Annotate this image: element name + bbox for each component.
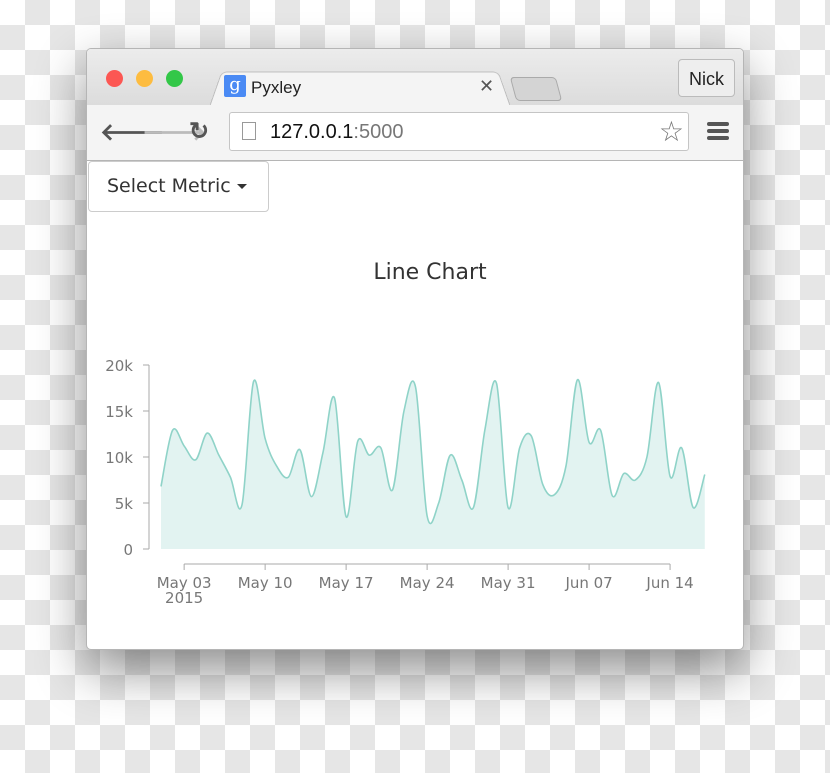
x-tick-label: May 10 <box>238 574 293 592</box>
area-fill <box>161 379 705 549</box>
x-tick-label: May 24 <box>400 574 455 592</box>
chart-title: Line Chart <box>373 260 487 285</box>
y-tick-label: 5k <box>115 495 134 513</box>
x-tick-label: May 17 <box>319 574 374 592</box>
y-tick-label: 20k <box>105 357 133 375</box>
x-tick-label: May 31 <box>481 574 536 592</box>
line-chart: Line Chart 05k10k15k20kMay 03 May 10 May 1… <box>105 260 706 607</box>
y-tick-label: 10k <box>105 449 133 467</box>
x-tick-label: Jun 14 <box>645 574 693 592</box>
x-tick-year-label: 2015 <box>165 589 203 607</box>
x-tick-label: Jun 07 <box>564 574 612 592</box>
y-tick-label: 15k <box>105 403 133 421</box>
browser-window: g Pyxley ✕ Nick 🡐 🡒 ↻ 127.0.0.1:5000 ☆ S… <box>86 48 744 650</box>
y-tick-label: 0 <box>123 541 133 559</box>
